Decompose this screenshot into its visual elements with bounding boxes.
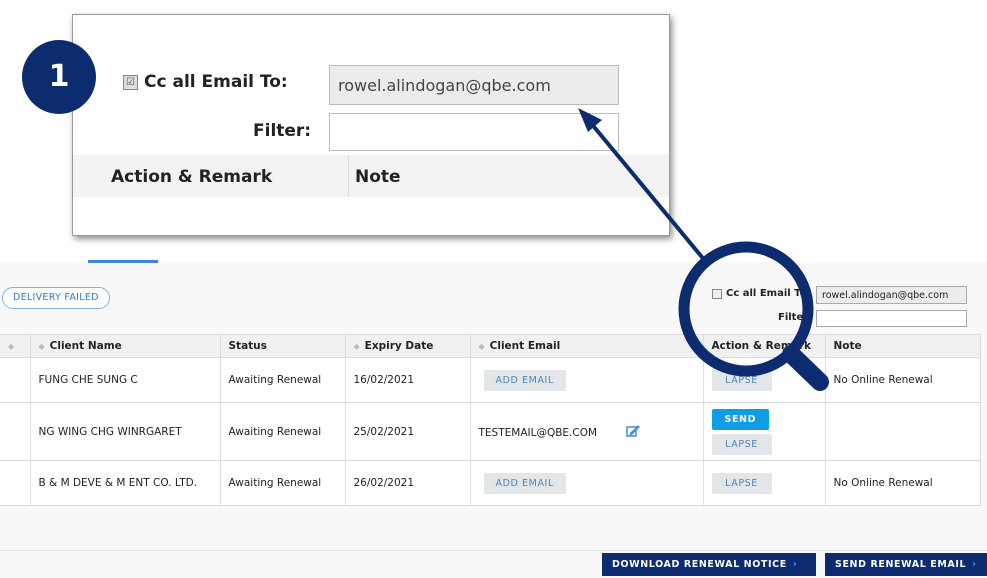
- magnifier-icon: [678, 241, 829, 391]
- annotation-overlay: [578, 108, 829, 391]
- pointer-arrow-icon: [578, 108, 708, 264]
